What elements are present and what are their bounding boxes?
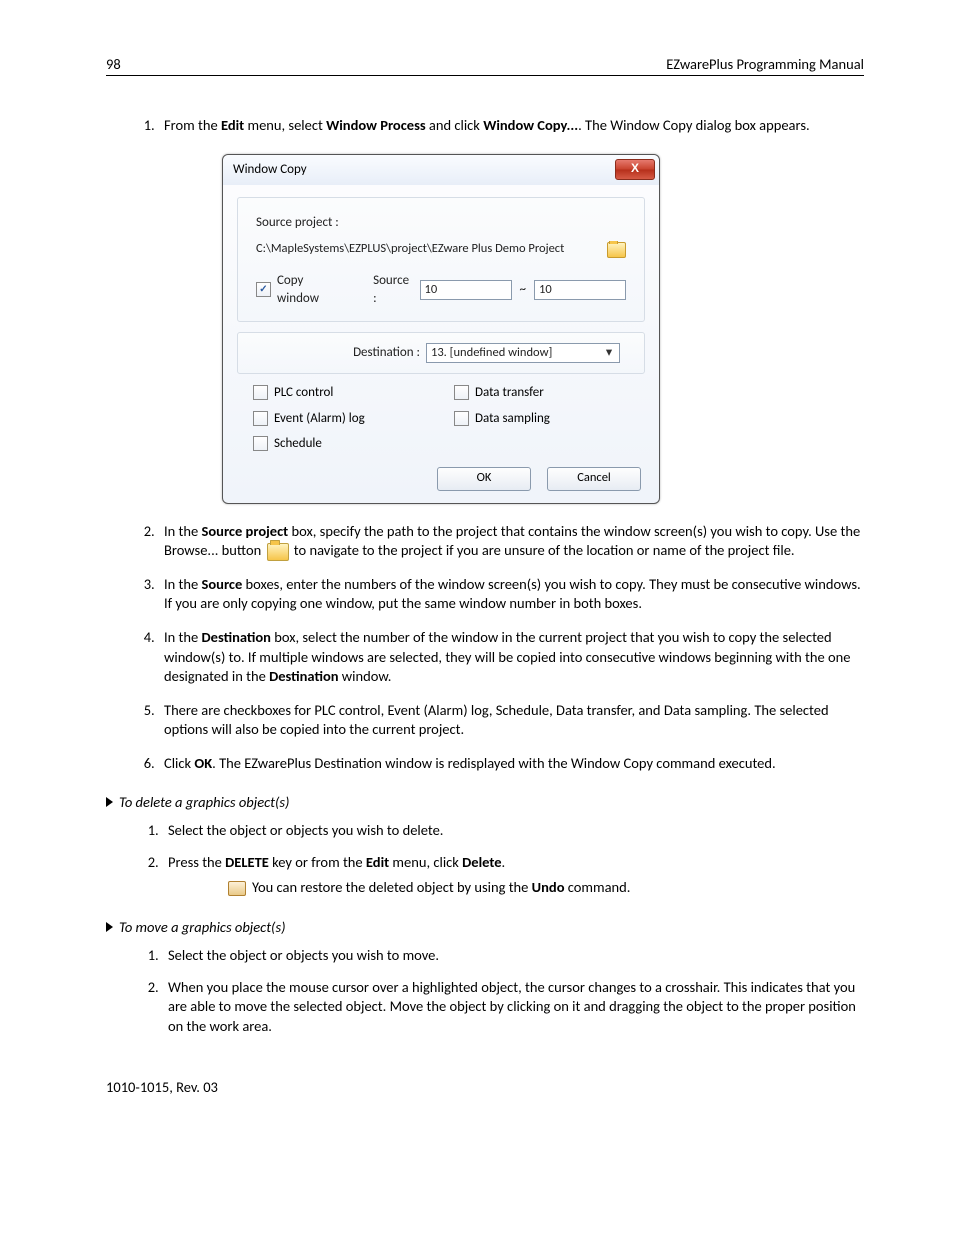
source-label: Source : <box>373 272 413 307</box>
section-delete-heading: To delete a graphics object(s) <box>106 793 864 811</box>
source-project-path: C:\MapleSystems\EZPLUS\project\EZware Pl… <box>256 241 597 258</box>
schedule-checkbox[interactable] <box>253 436 268 451</box>
window-copy-dialog: Window Copy X Source project : C:\MapleS… <box>222 154 660 504</box>
dialog-title: Window Copy <box>233 161 615 179</box>
source-from-input[interactable]: 10 <box>420 280 512 300</box>
browse-folder-icon-inline <box>267 543 289 561</box>
options-grid: PLC control Data transfer Event (Alarm) … <box>253 384 645 453</box>
page-number: 98 <box>106 55 121 73</box>
move-step-1: Select the object or objects you wish to… <box>162 946 864 966</box>
section-move-heading: To move a graphics object(s) <box>106 918 864 936</box>
move-steps-list: Select the object or objects you wish to… <box>106 946 864 1036</box>
triangle-right-icon <box>106 922 113 932</box>
event-alarm-log-checkbox[interactable] <box>253 411 268 426</box>
page-header: 98 EZwarePlus Programming Manual <box>106 55 864 76</box>
event-alarm-log-label: Event (Alarm) log <box>274 410 365 428</box>
move-step-2: When you place the mouse cursor over a h… <box>162 978 864 1037</box>
step-5: There are checkboxes for PLC control, Ev… <box>158 701 864 740</box>
source-to-input[interactable]: 10 <box>534 280 626 300</box>
step-3: In the Source boxes, enter the numbers o… <box>158 575 864 614</box>
data-sampling-checkbox[interactable] <box>454 411 469 426</box>
data-transfer-checkbox[interactable] <box>454 385 469 400</box>
manual-title: EZwarePlus Programming Manual <box>666 55 864 73</box>
delete-steps-list: Select the object or objects you wish to… <box>106 821 864 898</box>
destination-label: Destination : <box>353 344 420 362</box>
footer-text: 1010-1015, Rev. 03 <box>106 1078 864 1096</box>
destination-fieldset: Destination : 13. [undefined window] ▾ <box>237 332 645 374</box>
main-steps-list: From the Edit menu, select Window Proces… <box>106 116 864 773</box>
step-1: From the Edit menu, select Window Proces… <box>158 116 864 504</box>
plc-control-checkbox[interactable] <box>253 385 268 400</box>
step-2: In the Source project box, specify the p… <box>158 522 864 561</box>
plc-control-label: PLC control <box>274 384 333 402</box>
delete-undo-note: You can restore the deleted object by us… <box>228 878 864 898</box>
destination-dropdown[interactable]: 13. [undefined window] ▾ <box>426 343 620 363</box>
copy-window-label: Copy window <box>277 272 345 307</box>
dialog-titlebar: Window Copy X <box>223 155 659 185</box>
schedule-label: Schedule <box>274 435 322 453</box>
note-icon <box>228 881 246 896</box>
source-tilde: ~ <box>520 281 526 299</box>
ok-button[interactable]: OK <box>437 467 531 491</box>
copy-window-checkbox[interactable] <box>256 282 271 297</box>
source-fieldset: Source project : C:\MapleSystems\EZPLUS\… <box>237 197 645 323</box>
delete-step-2: Press the DELETE key or from the Edit me… <box>162 853 864 898</box>
data-transfer-label: Data transfer <box>475 384 544 402</box>
triangle-right-icon <box>106 797 113 807</box>
browse-folder-icon[interactable] <box>607 242 626 258</box>
cancel-button[interactable]: Cancel <box>547 467 641 491</box>
close-button[interactable]: X <box>615 159 655 180</box>
delete-step-1: Select the object or objects you wish to… <box>162 821 864 841</box>
step-6: Click OK. The EZwarePlus Destination win… <box>158 754 864 774</box>
step-4: In the Destination box, select the numbe… <box>158 628 864 687</box>
data-sampling-label: Data sampling <box>475 410 550 428</box>
chevron-down-icon: ▾ <box>601 345 617 362</box>
source-project-label: Source project : <box>256 214 339 232</box>
